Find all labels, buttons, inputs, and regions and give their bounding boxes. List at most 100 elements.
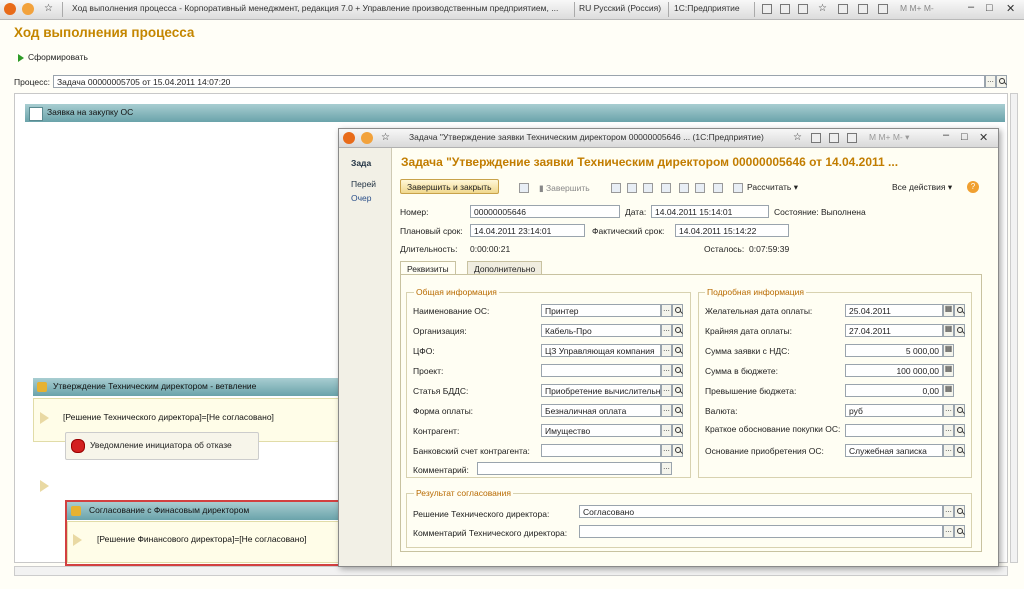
horizontal-scrollbar[interactable] — [14, 566, 1008, 576]
amount-vat-field[interactable]: 5 000,00 — [845, 344, 943, 357]
link-icon[interactable] — [661, 183, 671, 193]
star-icon-2[interactable]: ☆ — [381, 132, 390, 143]
project-field[interactable] — [541, 364, 661, 377]
doc-icon[interactable] — [611, 183, 621, 193]
decision-search-icon[interactable] — [954, 505, 965, 518]
currency-field[interactable]: руб — [845, 404, 943, 417]
td-comment-search-icon[interactable] — [954, 525, 965, 538]
budget-amount-field[interactable]: 100 000,00 — [845, 364, 943, 377]
save-icon[interactable] — [762, 4, 772, 14]
basis-select[interactable]: ... — [943, 444, 954, 457]
nav-item-queue[interactable]: Очер — [351, 193, 372, 203]
vertical-scrollbar[interactable] — [1010, 93, 1018, 563]
amount-vat-calc-icon[interactable]: ▦ — [943, 344, 954, 357]
history-icon[interactable] — [838, 4, 848, 14]
bank-account-field[interactable] — [541, 444, 661, 457]
menu-arrow-icon-2[interactable] — [361, 132, 373, 144]
overbudget-calc-icon[interactable]: ▦ — [943, 384, 954, 397]
move-icon[interactable] — [643, 183, 653, 193]
minimize-button[interactable]: – — [968, 1, 974, 13]
bdds-search-icon[interactable] — [672, 384, 683, 397]
project-search-icon[interactable] — [672, 364, 683, 377]
calc-dropdown[interactable]: Рассчитать ▾ — [747, 182, 798, 193]
generate-button[interactable]: Сформировать — [18, 52, 88, 62]
all-actions-dropdown[interactable]: Все действия ▾ — [892, 182, 952, 193]
task-minimize-button[interactable]: – — [943, 129, 949, 141]
td-comment-select[interactable]: ... — [943, 525, 954, 538]
asset-name-select[interactable]: ... — [661, 304, 672, 317]
calendar-icon-2[interactable] — [847, 133, 857, 143]
deadline-date-field[interactable]: 27.04.2011 — [845, 324, 943, 337]
tab-additional[interactable]: Дополнительно — [467, 261, 543, 275]
process-search-icon[interactable] — [996, 75, 1007, 88]
payment-form-search-icon[interactable] — [672, 404, 683, 417]
counterparty-search-icon[interactable] — [672, 424, 683, 437]
1c-logo-icon[interactable] — [4, 3, 16, 15]
comment-select[interactable]: ... — [661, 462, 672, 475]
payment-form-field[interactable]: Безналичная оплата — [541, 404, 661, 417]
counterparty-field[interactable]: Имущество — [541, 424, 661, 437]
language-indicator[interactable]: RU Русский (Россия) — [579, 3, 661, 13]
nav-item-task[interactable]: Зада — [351, 158, 371, 168]
cfo-select[interactable]: ... — [661, 344, 672, 357]
calc-icon[interactable] — [858, 4, 868, 14]
menu-arrow-icon[interactable] — [22, 3, 34, 15]
help-icon[interactable]: ? — [967, 181, 979, 193]
finish-close-button[interactable]: Завершить и закрыть — [400, 179, 499, 194]
maximize-button[interactable]: □ — [986, 2, 993, 14]
close-button[interactable]: ✕ — [1006, 2, 1015, 15]
deadline-date-search-icon[interactable] — [954, 324, 965, 337]
process-field[interactable]: Задача 00000005705 от 15.04.2011 14:07:2… — [53, 75, 985, 88]
fact-field[interactable]: 14.04.2011 15:14:22 — [675, 224, 789, 237]
comment-field[interactable] — [477, 462, 661, 475]
plan-field[interactable]: 14.04.2011 23:14:01 — [470, 224, 585, 237]
bank-account-select[interactable]: ... — [661, 444, 672, 457]
nav-item-goto[interactable]: Перей — [351, 179, 376, 189]
payment-form-select[interactable]: ... — [661, 404, 672, 417]
asset-name-field[interactable]: Принтер — [541, 304, 661, 317]
desired-date-search-icon[interactable] — [954, 304, 965, 317]
finish-button[interactable]: ▮ Завершить — [539, 183, 590, 194]
node-header-fin[interactable]: Согласование с Финасовым директором — [67, 502, 339, 520]
task-close-button[interactable]: ✕ — [979, 131, 988, 144]
node-header-top[interactable]: Заявка на закупку ОС — [25, 104, 1005, 122]
desired-date-calendar-icon[interactable]: ▦ — [943, 304, 954, 317]
print-icon[interactable] — [780, 4, 790, 14]
basis-field[interactable]: Служебная записка — [845, 444, 943, 457]
org-field[interactable]: Кабель-Про — [541, 324, 661, 337]
notify-node[interactable]: Уведомление инициатора об отказе — [65, 432, 259, 460]
node-header-branch[interactable]: Утверждение Техническим директором - вет… — [33, 378, 339, 396]
reason-short-search-icon[interactable] — [954, 424, 965, 437]
preview-icon[interactable] — [798, 4, 808, 14]
number-field[interactable]: 00000005646 — [470, 205, 620, 218]
memory-buttons[interactable]: M M+ M- — [900, 3, 934, 13]
star-icon[interactable]: ☆ — [44, 3, 53, 14]
1c-logo-icon-2[interactable] — [343, 132, 355, 144]
budget-amount-calc-icon[interactable]: ▦ — [943, 364, 954, 377]
structure-icon[interactable] — [627, 183, 637, 193]
td-comment-field[interactable] — [579, 525, 943, 538]
org-search-icon[interactable] — [672, 324, 683, 337]
print-icon-2[interactable] — [713, 183, 723, 193]
bdds-field[interactable]: Приобретение вычислительн — [541, 384, 661, 397]
memory-buttons-2[interactable]: M M+ M- ▾ — [869, 132, 909, 143]
favorites-star-icon[interactable]: ☆ — [818, 3, 827, 14]
cfo-search-icon[interactable] — [672, 344, 683, 357]
text-icon[interactable] — [695, 183, 705, 193]
process-select-button[interactable]: ... — [985, 75, 996, 88]
task-window[interactable]: ☆ Задача "Утверждение заявки Техническим… — [338, 128, 999, 567]
calendar-icon[interactable] — [878, 4, 888, 14]
task-maximize-button[interactable]: □ — [961, 131, 968, 143]
currency-select[interactable]: ... — [943, 404, 954, 417]
counterparty-select[interactable]: ... — [661, 424, 672, 437]
calc-doc-icon[interactable] — [733, 183, 743, 193]
project-select[interactable]: ... — [661, 364, 672, 377]
overbudget-field[interactable]: 0,00 — [845, 384, 943, 397]
calc-icon-2[interactable] — [829, 133, 839, 143]
redirect-icon[interactable] — [679, 183, 689, 193]
bdds-select[interactable]: ... — [661, 384, 672, 397]
basis-search-icon[interactable] — [954, 444, 965, 457]
org-select[interactable]: ... — [661, 324, 672, 337]
deadline-date-calendar-icon[interactable]: ▦ — [943, 324, 954, 337]
reason-short-select[interactable]: ... — [943, 424, 954, 437]
